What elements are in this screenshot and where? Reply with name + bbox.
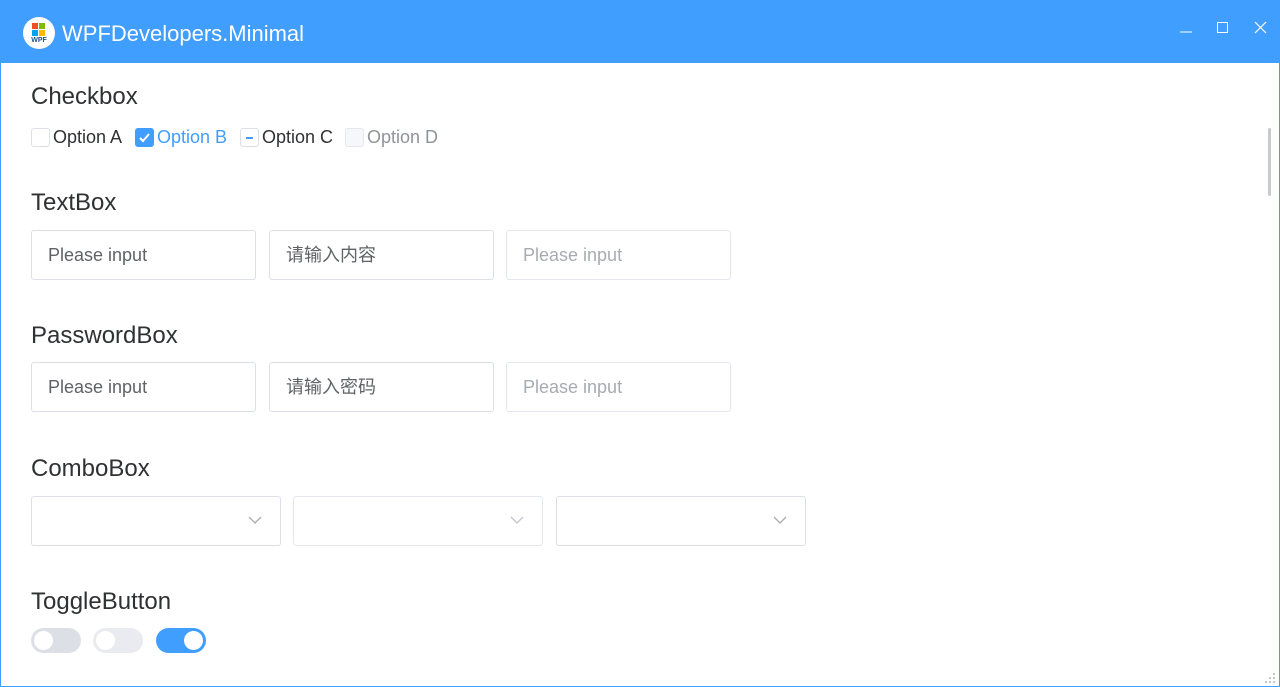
textbox-input[interactable]: Please input [31, 230, 256, 280]
toggle-knob [184, 631, 203, 650]
minimize-button[interactable] [1171, 15, 1201, 41]
logo-text: WPF [31, 37, 47, 44]
app-logo-icon: WPF [23, 17, 55, 49]
checkbox-label: Option D [367, 127, 439, 147]
checkbox-box [345, 127, 364, 147]
close-icon [1254, 21, 1267, 34]
checkbox-option-d: Option D [345, 125, 438, 149]
toggle-switch-disabled [93, 628, 143, 653]
checkbox-label: Option B [157, 127, 228, 147]
checkbox-box[interactable] [31, 127, 50, 147]
textbox-section-title: TextBox [31, 189, 117, 216]
chevron-down-icon [248, 516, 262, 524]
window-title: WPFDevelopers.Minimal [62, 21, 305, 46]
app-window: WPF WPFDevelopers.Minimal [0, 0, 1280, 687]
toggle-switch-off[interactable] [31, 628, 81, 653]
minimize-icon [1180, 31, 1192, 33]
chevron-down-icon [773, 516, 787, 524]
textbox-placeholder: 请输入内容 [286, 245, 376, 265]
chevron-down-icon [510, 516, 524, 524]
password-input-chinese[interactable]: 请输入密码 [269, 362, 494, 412]
checkbox-label: Option A [53, 127, 123, 147]
password-placeholder: Please input [48, 377, 148, 397]
checkbox-option-b[interactable]: Option B [135, 125, 227, 149]
vertical-scrollbar-thumb[interactable] [1268, 128, 1271, 196]
textbox-input-disabled: Please input [506, 230, 731, 280]
combobox-disabled [293, 496, 543, 546]
checkbox-section-title: Checkbox [31, 83, 138, 110]
maximize-button[interactable] [1208, 15, 1238, 41]
toggle-knob [96, 631, 115, 650]
password-placeholder: 请输入密码 [286, 377, 376, 397]
checkbox-label: Option C [262, 127, 334, 147]
toggle-knob [34, 631, 53, 650]
checkbox-option-c[interactable]: Option C [240, 125, 333, 149]
combobox[interactable] [556, 496, 806, 546]
checkbox-option-a[interactable]: Option A [31, 125, 122, 149]
maximize-icon [1217, 22, 1228, 33]
combobox-section-title: ComboBox [31, 455, 150, 482]
toggle-switch-on[interactable] [156, 628, 206, 653]
combobox[interactable] [31, 496, 281, 546]
resize-grip-icon[interactable] [1262, 670, 1276, 684]
checkbox-box[interactable] [135, 127, 154, 147]
password-placeholder: Please input [523, 377, 623, 397]
check-icon [139, 132, 150, 142]
textbox-placeholder: Please input [523, 245, 623, 265]
textbox-input-chinese[interactable]: 请输入内容 [269, 230, 494, 280]
passwordbox-section-title: PasswordBox [31, 322, 178, 349]
title-bar[interactable]: WPF WPFDevelopers.Minimal [1, 1, 1279, 63]
togglebutton-section-title: ToggleButton [31, 588, 172, 615]
password-input[interactable]: Please input [31, 362, 256, 412]
checkbox-box[interactable] [240, 127, 259, 147]
textbox-placeholder: Please input [48, 245, 148, 265]
close-button[interactable] [1246, 15, 1276, 41]
password-input-disabled: Please input [506, 362, 731, 412]
